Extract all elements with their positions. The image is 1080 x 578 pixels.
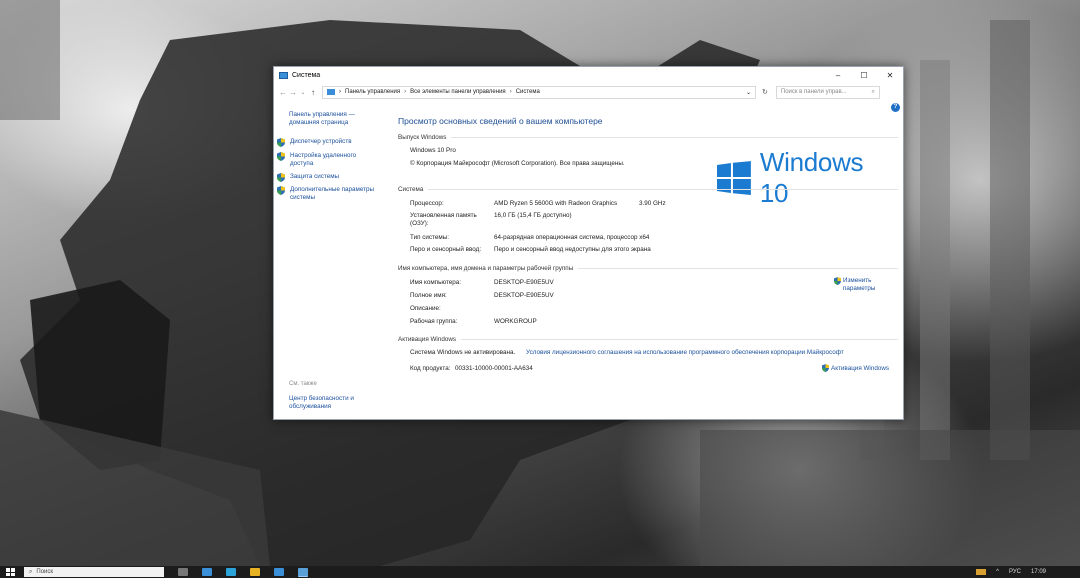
windows-logo: Windows 10 (717, 147, 898, 209)
full-name-value: DESKTOP-E90E5UV (494, 292, 554, 299)
description-label: Описание: (410, 305, 441, 312)
taskbar: ⌕ Поиск ^ РУС 17:09 (0, 566, 1080, 578)
shield-icon (277, 186, 285, 195)
history-chevron-icon[interactable]: ⌄ (298, 89, 308, 96)
breadcrumb-system[interactable]: Система (516, 89, 540, 95)
workgroup-value: WORKGROUP (494, 318, 537, 325)
address-dropdown-icon[interactable]: ⌄ (746, 89, 751, 96)
computer-name-value: DESKTOP-E90E5UV (494, 279, 554, 286)
section-heading-edition: Выпуск Windows (398, 134, 898, 141)
processor-value: AMD Ryzen 5 5600G with Radeon Graphics (494, 200, 618, 207)
workgroup-label: Рабочая группа: (410, 318, 458, 325)
up-arrow-icon[interactable]: ↑ (308, 88, 318, 97)
tray-expand-icon[interactable]: ^ (996, 569, 999, 575)
sidebar-item-label: Защита системы (290, 173, 340, 180)
refresh-icon[interactable]: ↻ (762, 88, 768, 96)
shield-icon (277, 138, 285, 147)
clock[interactable]: 17:09 (1031, 569, 1046, 575)
search-icon: ⌕ (29, 568, 33, 575)
pen-touch-value: Перо и сенсорный ввод недоступны для это… (494, 246, 651, 253)
crumb-separator-icon: › (339, 89, 341, 95)
section-heading-system: Система (398, 186, 898, 193)
copyright-text: © Корпорация Майкрософт (Microsoft Corpo… (410, 160, 625, 167)
title-bar[interactable]: Система – ☐ ✕ (274, 67, 903, 83)
change-settings-label: Изменить параметры (843, 277, 876, 292)
sidebar-item-remote-settings[interactable]: Настройка удаленного доступа (277, 152, 377, 168)
ram-value: 16,0 ГБ (15,4 ГБ доступно) (494, 212, 572, 219)
address-row: ← → ⌄ ↑ › Панель управления › Все элемен… (274, 83, 903, 101)
license-terms-link[interactable]: Условия лицензионного соглашения на испо… (526, 349, 844, 357)
system-window: Система – ☐ ✕ ← → ⌄ ↑ › Панель управлени… (273, 66, 904, 420)
shield-icon (277, 173, 285, 182)
minimize-button[interactable]: – (825, 67, 851, 83)
windows-logo-text: Windows 10 (759, 147, 864, 208)
control-panel-icon (327, 89, 335, 95)
telegram-icon[interactable] (274, 568, 284, 576)
sidebar-item-label: Диспетчер устройств (290, 138, 352, 145)
system-type-label: Тип системы: (410, 234, 449, 241)
crumb-separator-icon: › (509, 89, 512, 95)
section-heading-label: Активация Windows (398, 336, 457, 343)
ram-label: Установленная память (ОЗУ): (410, 212, 477, 227)
system-type-value: 64-разрядная операционная система, проце… (494, 234, 650, 241)
crumb-separator-icon: › (404, 89, 407, 95)
section-heading-activation: Активация Windows (398, 336, 898, 343)
activate-windows-label: Активация Windows (831, 364, 890, 372)
address-bar[interactable]: › Панель управления › Все элементы панел… (322, 85, 756, 99)
control-panel-taskbar-icon[interactable] (298, 567, 308, 577)
sidebar-item-label: Настройка удаленного доступа (290, 152, 357, 167)
file-explorer-icon[interactable] (250, 568, 260, 576)
change-settings-link[interactable]: Изменить параметры (834, 277, 887, 293)
shield-icon (834, 277, 841, 285)
shield-icon (822, 364, 829, 372)
shield-icon (277, 152, 285, 161)
see-also-heading: См. также (289, 381, 317, 387)
taskbar-search-text: Поиск (36, 569, 54, 575)
window-title: Система (292, 71, 321, 79)
section-heading-computer: Имя компьютера, имя домена и параметры р… (398, 265, 898, 272)
back-arrow-icon[interactable]: ← (278, 88, 288, 97)
taskbar-search[interactable]: ⌕ Поиск (24, 567, 164, 577)
forward-arrow-icon[interactable]: → (288, 88, 298, 97)
sidebar-item-advanced-settings[interactable]: Дополнительные параметры системы (277, 186, 385, 202)
pen-touch-label: Перо и сенсорный ввод: (410, 246, 482, 253)
processor-speed: 3.90 GHz (639, 200, 666, 207)
search-input[interactable]: Поиск в панели управ... ⌕ (775, 85, 880, 99)
activate-windows-link[interactable]: Активация Windows (822, 364, 889, 372)
breadcrumb-all-items[interactable]: Все элементы панели управления (410, 89, 506, 95)
windows-edition: Windows 10 Pro (410, 147, 456, 154)
edge-icon[interactable] (202, 568, 212, 576)
activation-status: Система Windows не активирована. (410, 349, 516, 356)
task-view-icon[interactable] (178, 568, 188, 576)
product-id-label: Код продукта: (410, 365, 451, 372)
sidebar-item-device-manager[interactable]: Диспетчер устройств (277, 138, 352, 147)
sidebar-item-system-protection[interactable]: Защита системы (277, 173, 339, 182)
main-pane: Просмотр основных сведений о вашем компь… (398, 103, 898, 419)
sidebar-item-label: Дополнительные параметры системы (290, 186, 375, 201)
page-title: Просмотр основных сведений о вашем компь… (398, 116, 603, 126)
maximize-button[interactable]: ☐ (851, 67, 877, 83)
section-heading-label: Имя компьютера, имя домена и параметры р… (398, 265, 574, 272)
left-pane: Панель управления — домашняя страница Ди… (274, 103, 388, 419)
system-app-icon (279, 71, 288, 79)
control-panel-home-link[interactable]: Панель управления — домашняя страница (289, 111, 379, 127)
search-placeholder: Поиск в панели управ... (780, 89, 847, 95)
search-icon: ⌕ (871, 88, 875, 95)
start-button[interactable] (6, 568, 16, 576)
processor-label: Процессор: (410, 200, 444, 207)
product-id-value: 00331-10000-00001-AA634 (455, 365, 533, 372)
language-indicator[interactable]: РУС (1009, 569, 1021, 575)
computer-name-label: Имя компьютера: (410, 279, 462, 286)
browser-icon[interactable] (226, 568, 236, 576)
close-button[interactable]: ✕ (877, 67, 903, 83)
section-heading-label: Выпуск Windows (398, 134, 447, 141)
section-heading-label: Система (398, 186, 424, 193)
full-name-label: Полное имя: (410, 292, 447, 299)
system-tray: ^ РУС 17:09 (976, 569, 1080, 575)
tray-weather-icon[interactable] (976, 569, 987, 575)
security-maintenance-link[interactable]: Центр безопасности и обслуживания (289, 395, 379, 411)
breadcrumb-control-panel[interactable]: Панель управления (345, 89, 400, 95)
